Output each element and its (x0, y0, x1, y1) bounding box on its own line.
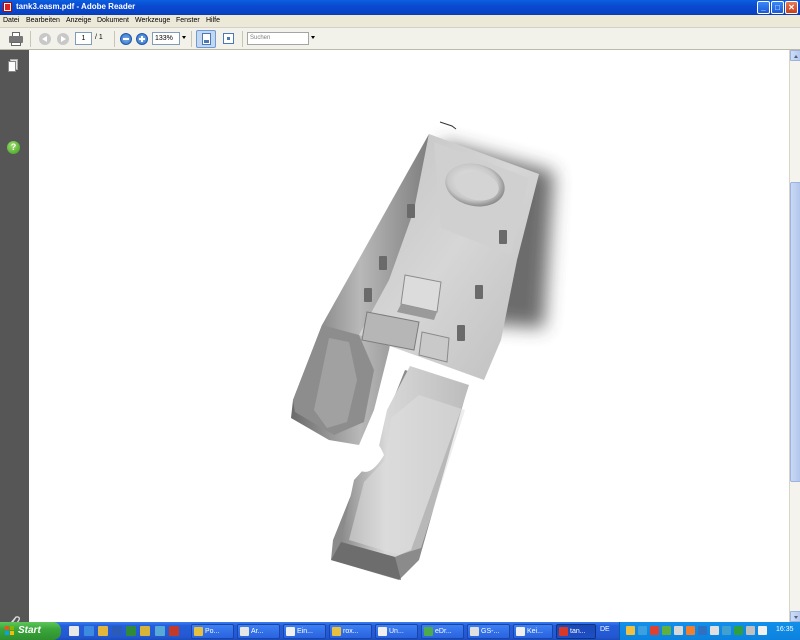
tray-icon[interactable] (758, 626, 767, 635)
maximize-button[interactable]: □ (771, 1, 784, 14)
app-icon (470, 627, 479, 636)
fit-page-icon (202, 33, 211, 45)
toolbar-divider (114, 31, 115, 47)
tray-icon[interactable] (722, 626, 731, 635)
window-title: tank3.easm.pdf - Adobe Reader (16, 2, 136, 11)
word-icon[interactable] (112, 626, 122, 636)
clock[interactable]: 16:35 (776, 626, 794, 633)
chevron-down-icon[interactable] (311, 36, 315, 39)
close-button[interactable]: ✕ (785, 1, 798, 14)
scrollbar-thumb[interactable] (790, 182, 800, 482)
toolbar-divider (30, 31, 31, 47)
tray-icon[interactable] (638, 626, 647, 635)
start-button[interactable]: Start (0, 622, 61, 640)
tray-icon[interactable] (662, 626, 671, 635)
help-button[interactable]: ? (7, 141, 20, 154)
network-icon[interactable] (698, 626, 707, 635)
search-input[interactable]: Suchen (247, 32, 309, 45)
excel-icon[interactable] (126, 626, 136, 636)
app-icon (194, 627, 203, 636)
taskbar-task[interactable]: rox... (329, 624, 372, 639)
toolbar-divider (191, 31, 192, 47)
pages-panel-button[interactable] (8, 59, 19, 72)
mail-icon (516, 627, 525, 636)
taskbar-task[interactable]: Ein... (283, 624, 326, 639)
tray-icon[interactable] (686, 626, 695, 635)
adobe-reader-icon (3, 2, 12, 12)
taskbar: Start Po... Ar... Ein... rox... Un... eD… (0, 622, 800, 640)
next-page-button[interactable] (56, 31, 70, 47)
explorer-icon[interactable] (140, 626, 150, 636)
chevron-down-icon[interactable] (182, 36, 186, 39)
start-label: Start (18, 625, 41, 636)
app-icon (240, 627, 249, 636)
system-tray: 16:35 (619, 622, 800, 640)
menu-datei[interactable]: Datei (3, 17, 19, 24)
taskbar-task[interactable]: Kei... (513, 624, 553, 639)
taskbar-task-active[interactable]: tan... (556, 624, 596, 639)
taskbar-task[interactable]: eDr... (421, 624, 464, 639)
menu-bearbeiten[interactable]: Bearbeiten (26, 17, 60, 24)
scroll-up-button[interactable] (790, 50, 800, 61)
tray-icon[interactable] (650, 626, 659, 635)
tray-icon[interactable] (674, 626, 683, 635)
menu-dokument[interactable]: Dokument (97, 17, 129, 24)
taskbar-task[interactable]: Ar... (237, 624, 280, 639)
menu-werkzeuge[interactable]: Werkzeuge (135, 17, 170, 24)
windows-logo-icon (5, 626, 15, 636)
title-bar: tank3.easm.pdf - Adobe Reader _ □ ✕ (0, 0, 800, 15)
language-indicator[interactable]: DE (600, 626, 610, 633)
taskbar-task[interactable]: Po... (191, 624, 234, 639)
mail-icon (378, 627, 387, 636)
toolbar-divider (242, 31, 243, 47)
previous-page-button[interactable] (38, 31, 52, 47)
vertical-scrollbar[interactable] (789, 50, 800, 622)
minimize-button[interactable]: _ (757, 1, 770, 14)
taskbar-task[interactable]: Un... (375, 624, 418, 639)
mail-icon (286, 627, 295, 636)
outlook-icon[interactable] (98, 626, 108, 636)
close-x-icon[interactable] (169, 626, 179, 636)
menu-bar: Datei Bearbeiten Anzeige Dokument Werkze… (0, 15, 800, 28)
tray-icon[interactable] (626, 626, 635, 635)
fit-width-button[interactable] (222, 31, 236, 47)
document-view[interactable] (29, 50, 789, 622)
page-number-input[interactable]: 1 (75, 32, 92, 45)
scroll-down-button[interactable] (790, 611, 800, 622)
app-icon[interactable] (155, 626, 165, 636)
cad-part-render (291, 121, 554, 580)
taskbar-task[interactable]: GS-... (467, 624, 510, 639)
desktop-icon[interactable] (69, 626, 79, 636)
tray-icon[interactable] (734, 626, 743, 635)
toolbar: 1 / 1 133% Suchen (0, 28, 800, 50)
app-icon (424, 627, 433, 636)
app-icon (332, 627, 341, 636)
tray-icon[interactable] (710, 626, 719, 635)
print-button[interactable] (7, 31, 25, 47)
fit-width-icon (223, 33, 234, 44)
menu-anzeige[interactable]: Anzeige (66, 17, 91, 24)
pdf-icon (559, 627, 568, 636)
fit-page-button[interactable] (196, 30, 216, 48)
page-count: / 1 (95, 34, 103, 41)
menu-hilfe[interactable]: Hilfe (206, 17, 220, 24)
ie-icon[interactable] (84, 626, 94, 636)
navigation-pane: ? (0, 50, 29, 628)
zoom-level-select[interactable]: 133% (152, 32, 180, 45)
volume-icon[interactable] (746, 626, 755, 635)
menu-fenster[interactable]: Fenster (176, 17, 200, 24)
